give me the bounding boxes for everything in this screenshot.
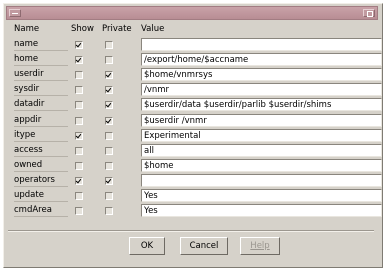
value-field[interactable]: Yes xyxy=(141,204,382,218)
property-row-access: access all xyxy=(14,143,382,158)
private-checkbox[interactable] xyxy=(105,101,113,110)
button-divider xyxy=(8,230,374,232)
property-row-sysdir: sysdir/vnmr xyxy=(14,83,382,97)
cancel-button[interactable]: Cancel xyxy=(180,237,228,255)
show-checkbox[interactable] xyxy=(75,101,83,110)
show-checkbox[interactable] xyxy=(75,192,83,200)
private-checkbox[interactable] xyxy=(105,131,113,140)
show-checkbox[interactable] xyxy=(75,207,83,216)
column-private-header: Private xyxy=(102,24,132,34)
value-field[interactable]: /vnmr xyxy=(141,83,382,97)
show-checkbox[interactable] xyxy=(75,131,83,140)
property-row-owned: owned $home xyxy=(14,158,382,173)
property-name-label: sysdir xyxy=(14,83,68,97)
property-row-datadir: datadir $userdir/data $userdir/parlib $us… xyxy=(14,98,382,112)
ok-button[interactable]: OK xyxy=(129,237,165,255)
value-field[interactable]: $home/vnmrsys xyxy=(141,68,382,82)
show-checkbox[interactable] xyxy=(75,146,83,155)
value-field[interactable]: all xyxy=(141,143,382,157)
value-field[interactable]: $userdir/data $userdir/parlib $userdir/s… xyxy=(141,98,382,112)
help-button[interactable]: Help xyxy=(240,237,280,255)
property-name-label: access xyxy=(14,144,68,157)
show-checkbox[interactable] xyxy=(75,86,83,95)
private-checkbox[interactable] xyxy=(105,207,113,216)
maximize-icon[interactable] xyxy=(363,9,375,17)
private-checkbox[interactable] xyxy=(105,71,113,80)
value-field[interactable] xyxy=(141,38,382,51)
value-field[interactable]: $userdir /vnmr xyxy=(141,113,382,127)
column-header: Name Show Private Value xyxy=(14,23,374,35)
show-checkbox[interactable] xyxy=(75,56,83,65)
show-checkbox[interactable] xyxy=(75,176,83,185)
private-checkbox[interactable] xyxy=(105,86,113,95)
private-checkbox[interactable] xyxy=(105,41,113,49)
private-checkbox[interactable] xyxy=(105,192,113,200)
private-checkbox[interactable] xyxy=(105,176,113,185)
property-name-label: appdir xyxy=(14,114,68,127)
value-field[interactable]: Yes xyxy=(141,189,382,202)
private-checkbox[interactable] xyxy=(105,146,113,155)
column-name-header: Name xyxy=(14,24,40,34)
property-name-label: home xyxy=(14,53,68,67)
value-field[interactable]: /export/home/$accname xyxy=(141,53,382,67)
private-checkbox[interactable] xyxy=(105,116,113,125)
value-field[interactable] xyxy=(141,173,382,187)
show-checkbox[interactable] xyxy=(75,41,83,49)
property-name-label: name xyxy=(14,38,68,51)
property-name-label: cmdArea xyxy=(14,204,68,218)
private-checkbox[interactable] xyxy=(105,56,113,65)
property-row-appdir: appdir $userdir /vnmr xyxy=(14,113,382,128)
show-checkbox[interactable] xyxy=(75,71,83,80)
property-name-label: itype xyxy=(14,129,68,142)
value-field[interactable]: Experimental xyxy=(141,128,382,142)
property-row-userdir: userdir $home/vnmrsys xyxy=(14,68,382,82)
property-name-label: userdir xyxy=(14,68,68,82)
property-name-label: owned xyxy=(14,159,68,172)
property-row-operators: operators xyxy=(14,173,382,188)
property-row-home: home/export/home/$accname xyxy=(14,53,382,67)
title-bar[interactable] xyxy=(6,6,378,20)
property-row-name: name xyxy=(14,38,382,52)
column-show-header: Show xyxy=(71,24,94,34)
property-name-label: datadir xyxy=(14,98,68,112)
show-checkbox[interactable] xyxy=(75,116,83,125)
property-row-itype: itype Experimental xyxy=(14,128,382,143)
window-menu-icon[interactable] xyxy=(9,9,21,17)
value-field[interactable]: $home xyxy=(141,158,382,172)
property-name-label: update xyxy=(14,189,68,202)
column-value-header: Value xyxy=(141,24,165,34)
show-checkbox[interactable] xyxy=(75,161,83,170)
property-name-label: operators xyxy=(14,174,68,187)
property-row-update: update Yes xyxy=(14,189,382,203)
private-checkbox[interactable] xyxy=(105,161,113,170)
property-row-cmdArea: cmdArea Yes xyxy=(14,204,382,218)
